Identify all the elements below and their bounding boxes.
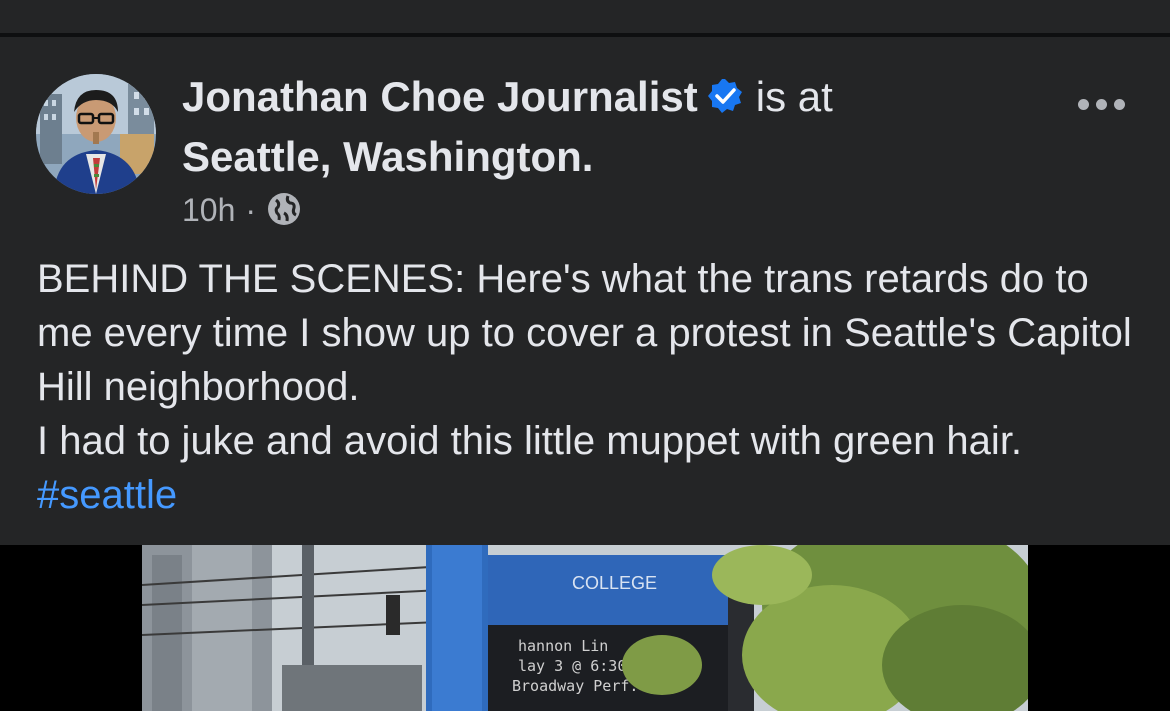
hashtag-link[interactable]: #seattle xyxy=(37,473,177,517)
menu-dot xyxy=(1078,98,1089,110)
author-name[interactable]: Jonathan Choe Journalist xyxy=(182,73,698,120)
author-line: Jonathan Choe Journalist is at xyxy=(182,70,833,128)
menu-dot xyxy=(1114,98,1125,110)
checkin-verb: is at xyxy=(755,73,833,120)
location-link[interactable]: Seattle, Washington. xyxy=(182,130,593,184)
post-text-line-2: I had to juke and avoid this little mupp… xyxy=(37,414,1147,522)
sign-text-line: hannon Lin xyxy=(518,637,608,655)
post-timestamp[interactable]: 10h xyxy=(182,192,235,228)
author-avatar[interactable] xyxy=(36,74,156,194)
post-photo[interactable]: COLLEGE hannon Lin lay 3 @ 6:30 P.M. Bro… xyxy=(142,545,1028,711)
sign-college-text: COLLEGE xyxy=(572,573,657,593)
meta-separator: · xyxy=(245,192,257,228)
post-meta: 10h · xyxy=(182,190,302,236)
post-text-segment: I had to juke and avoid this little mupp… xyxy=(37,419,1023,463)
post-text-line: BEHIND THE SCENES: Here's what the trans… xyxy=(37,257,1132,409)
globe-icon xyxy=(266,191,302,236)
post-body: BEHIND THE SCENES: Here's what the trans… xyxy=(37,252,1147,522)
more-options-icon[interactable] xyxy=(1078,92,1132,116)
top-bar xyxy=(0,0,1170,33)
verified-badge-icon xyxy=(706,74,744,128)
post-media[interactable]: COLLEGE hannon Lin lay 3 @ 6:30 P.M. Bro… xyxy=(0,545,1170,711)
menu-dot xyxy=(1096,98,1107,110)
